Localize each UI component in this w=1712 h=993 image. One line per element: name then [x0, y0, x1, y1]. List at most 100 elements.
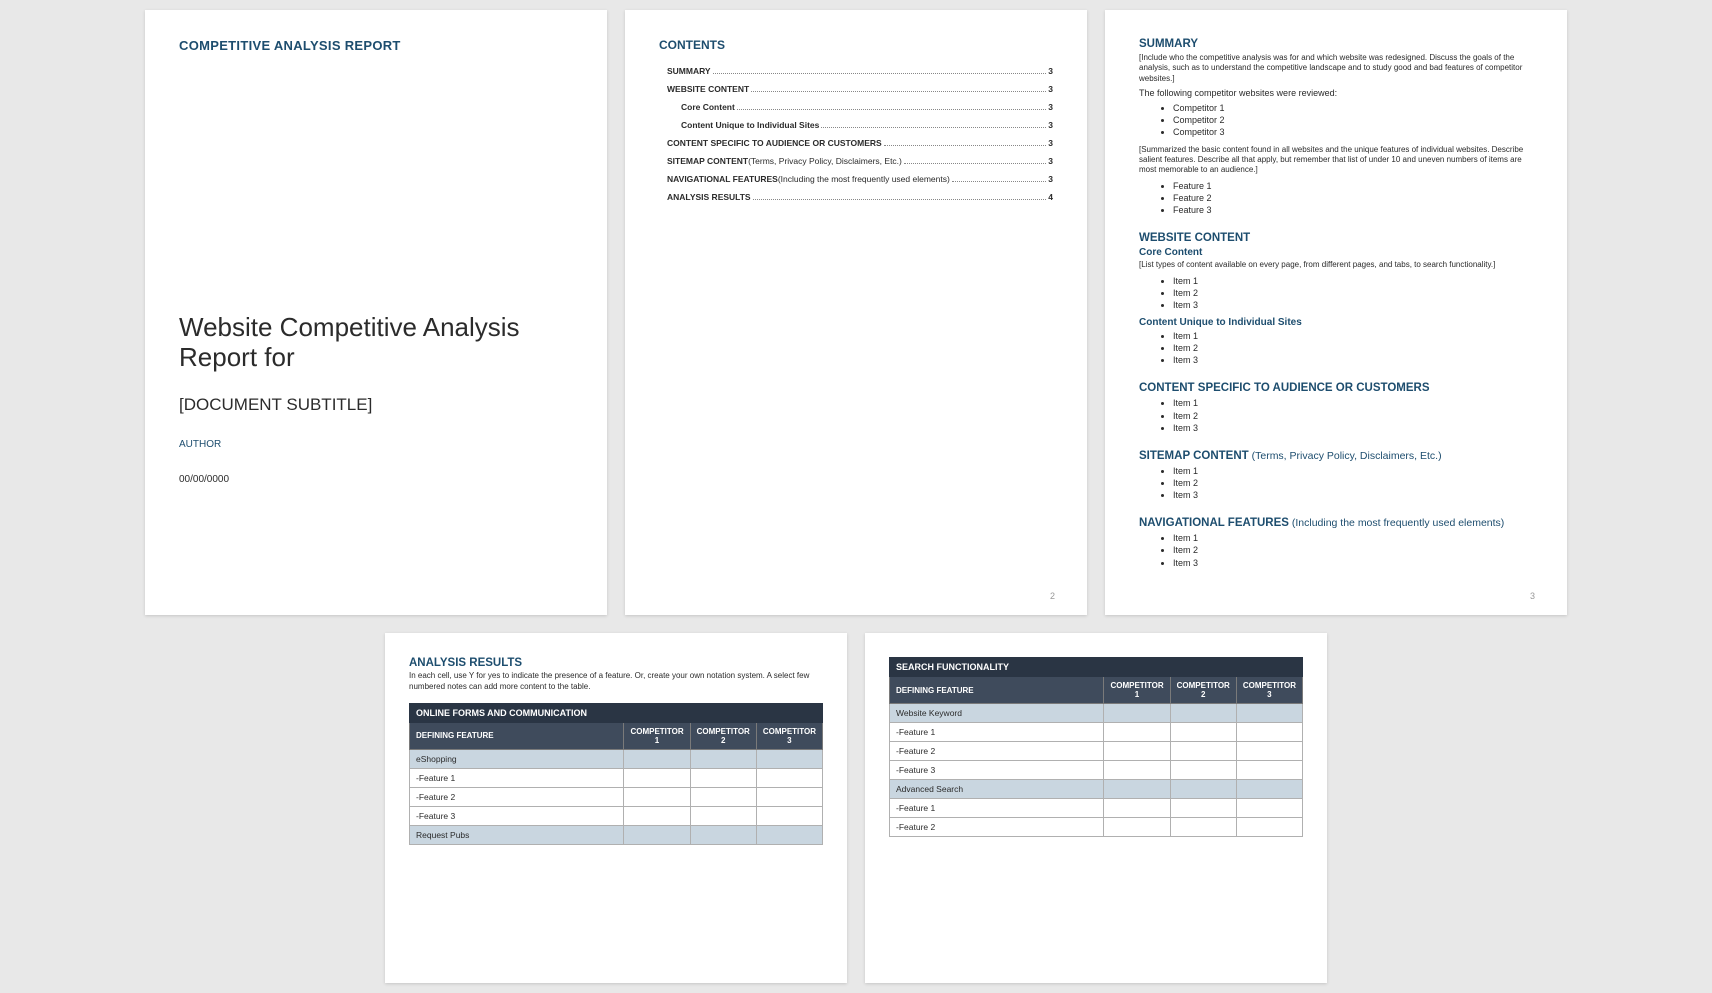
table-cell	[756, 749, 822, 768]
toc-label: CONTENT SPECIFIC TO AUDIENCE OR CUSTOMER…	[667, 138, 882, 148]
table-cell	[1236, 761, 1302, 780]
table-cell	[690, 825, 756, 844]
table-row: -Feature 1	[410, 768, 823, 787]
list-item: Competitor 3	[1173, 126, 1533, 138]
table-row: -Feature 2	[410, 787, 823, 806]
table-row: Advanced Search	[890, 780, 1303, 799]
audience-section: CONTENT SPECIFIC TO AUDIENCE OR CUSTOMER…	[1139, 382, 1533, 433]
table-cell-label: -Feature 3	[890, 761, 1104, 780]
page-number: 2	[1050, 591, 1055, 601]
table-cell-label: -Feature 1	[890, 799, 1104, 818]
table-cell	[624, 825, 690, 844]
table-cell	[1170, 761, 1236, 780]
toc-note: (Terms, Privacy Policy, Disclaimers, Etc…	[748, 156, 902, 166]
list-item: Item 1	[1173, 275, 1533, 287]
table-row: Request Pubs	[410, 825, 823, 844]
page-cover: COMPETITIVE ANALYSIS REPORT Website Comp…	[145, 10, 607, 615]
toc-row: NAVIGATIONAL FEATURES (Including the mos…	[659, 174, 1053, 184]
list-item: Item 3	[1173, 422, 1533, 434]
table-cell	[624, 768, 690, 787]
toc-label: ANALYSIS RESULTS	[667, 192, 751, 202]
list-item: Item 2	[1173, 544, 1533, 556]
nav-section: NAVIGATIONAL FEATURES (Including the mos…	[1139, 517, 1533, 568]
table-header-competitor: COMPETITOR 1	[1104, 677, 1170, 704]
website-content-section: WEBSITE CONTENT Core Content [List types…	[1139, 232, 1533, 366]
table-cell	[756, 787, 822, 806]
list-item: Item 1	[1173, 532, 1533, 544]
nav-title-label: NAVIGATIONAL FEATURES	[1139, 517, 1289, 529]
table-row: -Feature 2	[890, 742, 1303, 761]
table-cell	[1236, 818, 1302, 837]
nav-title-note: (Including the most frequently used elem…	[1289, 517, 1504, 529]
list-item: Item 2	[1173, 477, 1533, 489]
unique-content-title: Content Unique to Individual Sites	[1139, 317, 1533, 328]
list-item: Item 3	[1173, 299, 1533, 311]
table-cell	[624, 806, 690, 825]
list-item: Item 3	[1173, 489, 1533, 501]
table-row: -Feature 2	[890, 818, 1303, 837]
table-cell-label: Request Pubs	[410, 825, 624, 844]
cover-subtitle: [DOCUMENT SUBTITLE]	[179, 395, 573, 415]
search-functionality-table: SEARCH FUNCTIONALITYDEFINING FEATURECOMP…	[889, 657, 1303, 837]
core-content-title: Core Content	[1139, 247, 1533, 258]
summary-reviewed-intro: The following competitor websites were r…	[1139, 88, 1533, 98]
table-cell	[1104, 704, 1170, 723]
website-content-title: WEBSITE CONTENT	[1139, 232, 1533, 244]
table-header-competitor: COMPETITOR 3	[1236, 677, 1302, 704]
page-row-bottom: ANALYSIS RESULTS In each cell, use Y for…	[0, 633, 1712, 983]
cover-date: 00/00/0000	[179, 474, 573, 485]
table-cell	[624, 787, 690, 806]
analysis-title: ANALYSIS RESULTS	[409, 657, 823, 669]
table-cell	[1236, 723, 1302, 742]
table-cell-label: -Feature 1	[890, 723, 1104, 742]
list-item: Item 1	[1173, 397, 1533, 409]
table-cell	[1104, 742, 1170, 761]
toc-label: NAVIGATIONAL FEATURES	[667, 174, 778, 184]
toc-row: Content Unique to Individual Sites3	[659, 120, 1053, 130]
cover-author: AUTHOR	[179, 439, 573, 450]
toc-label: SITEMAP CONTENT	[667, 156, 748, 166]
table-cell	[1170, 818, 1236, 837]
summary-feature-list: Feature 1Feature 2Feature 3	[1139, 180, 1533, 216]
page-number: 3	[1530, 591, 1535, 601]
table-cell	[624, 749, 690, 768]
table-cell	[1104, 780, 1170, 799]
table-cell	[1104, 761, 1170, 780]
toc-row: CONTENT SPECIFIC TO AUDIENCE OR CUSTOMER…	[659, 138, 1053, 148]
toc-label: Core Content	[681, 102, 735, 112]
list-item: Item 3	[1173, 557, 1533, 569]
table-cell	[690, 787, 756, 806]
list-item: Item 1	[1173, 330, 1533, 342]
toc-row: SUMMARY3	[659, 66, 1053, 76]
sitemap-section: SITEMAP CONTENT (Terms, Privacy Policy, …	[1139, 450, 1533, 501]
table-super-header: SEARCH FUNCTIONALITY	[890, 658, 1303, 677]
toc-row: Core Content3	[659, 102, 1053, 112]
toc-row: ANALYSIS RESULTS 4	[659, 192, 1053, 202]
sitemap-title: SITEMAP CONTENT (Terms, Privacy Policy, …	[1139, 450, 1533, 462]
table-cell	[690, 768, 756, 787]
table-cell-label: -Feature 2	[890, 742, 1104, 761]
toc-leader	[952, 181, 1046, 182]
toc-page: 4	[1048, 192, 1053, 202]
toc-page: 3	[1048, 138, 1053, 148]
table-cell	[690, 806, 756, 825]
summary-note: [Include who the competitive analysis wa…	[1139, 53, 1533, 84]
table-cell	[1170, 704, 1236, 723]
table-cell	[1170, 780, 1236, 799]
core-content-list: Item 1Item 2Item 3	[1139, 275, 1533, 311]
table-cell	[1236, 799, 1302, 818]
table-cell	[1170, 799, 1236, 818]
online-forms-table: ONLINE FORMS AND COMMUNICATIONDEFINING F…	[409, 703, 823, 845]
table-row: -Feature 3	[890, 761, 1303, 780]
summary-title: SUMMARY	[1139, 38, 1533, 50]
table-header-competitor: COMPETITOR 3	[756, 722, 822, 749]
list-item: Feature 2	[1173, 192, 1533, 204]
toc-page: 3	[1048, 120, 1053, 130]
table-cell	[690, 749, 756, 768]
list-item: Item 2	[1173, 342, 1533, 354]
analysis-note: In each cell, use Y for yes to indicate …	[409, 671, 823, 693]
toc-page: 3	[1048, 156, 1053, 166]
table-cell-label: eShopping	[410, 749, 624, 768]
table-row: -Feature 1	[890, 723, 1303, 742]
toc-page: 3	[1048, 84, 1053, 94]
